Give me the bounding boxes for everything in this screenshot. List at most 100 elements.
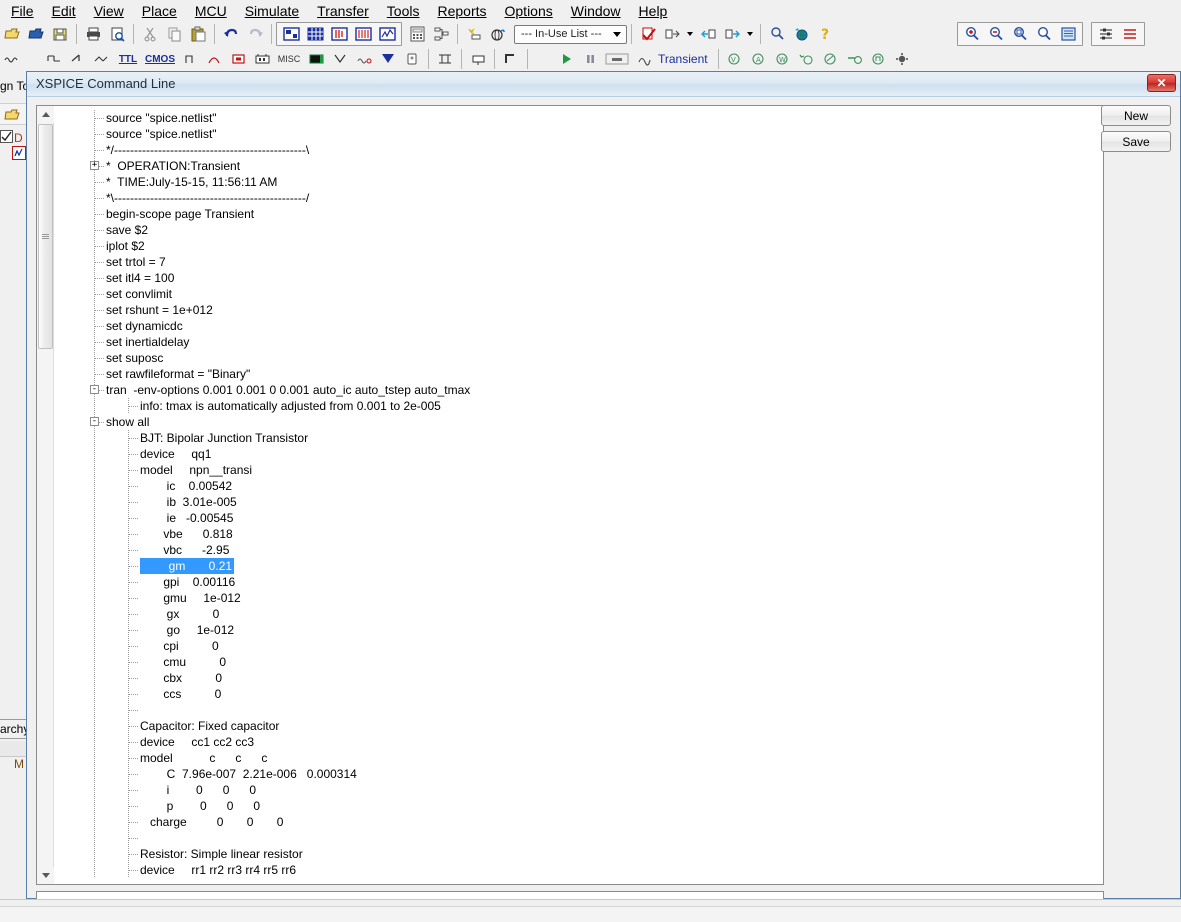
tree-node[interactable]: - show all — [54, 414, 1103, 430]
tree-node[interactable]: gx 0 — [54, 606, 1103, 622]
misc-digital-icon[interactable] — [179, 48, 201, 70]
connector-icon[interactable] — [377, 48, 399, 70]
tree-node[interactable]: device qq1 — [54, 446, 1103, 462]
cut-icon[interactable] — [139, 23, 161, 45]
pause-icon[interactable] — [579, 48, 601, 70]
print-preview-icon[interactable] — [106, 23, 128, 45]
tree-node[interactable]: set convlimit — [54, 286, 1103, 302]
tree-node[interactable]: Capacitor: Fixed capacitor — [54, 718, 1103, 734]
erc-check-icon[interactable] — [637, 23, 659, 45]
open-folder-icon[interactable] — [4, 107, 21, 126]
tree-node[interactable]: set rawfileformat = "Binary" — [54, 366, 1103, 382]
measure-icon[interactable]: W — [772, 48, 794, 70]
zoom-sheet-icon[interactable] — [1057, 23, 1079, 45]
tree-node[interactable]: set rshunt = 1e+012 — [54, 302, 1103, 318]
mixed-icon[interactable] — [203, 48, 225, 70]
tree-node[interactable]: ib 3.01e-005 — [54, 494, 1103, 510]
current-probe-icon[interactable]: A — [748, 48, 770, 70]
tree-node[interactable] — [54, 830, 1103, 846]
print-icon[interactable] — [82, 23, 104, 45]
spreadsheet-icon[interactable] — [352, 23, 374, 45]
cmos-icon[interactable]: CMOS — [143, 48, 177, 70]
command-output-tree[interactable]: source "spice.netlist" source "spice.netl… — [54, 106, 1103, 884]
menu-item-place[interactable]: Place — [133, 1, 186, 21]
run-icon[interactable] — [555, 48, 577, 70]
dialog-titlebar[interactable]: XSPICE Command Line ✕ — [27, 72, 1180, 97]
schematic-sheet-icon[interactable] — [12, 146, 26, 163]
electromech-icon[interactable] — [329, 48, 351, 70]
tree-node[interactable]: + * OPERATION:Transient — [54, 158, 1103, 174]
tree-node[interactable]: model c c c — [54, 750, 1103, 766]
grid-view-icon[interactable] — [304, 23, 326, 45]
tree-node[interactable]: source "spice.netlist" — [54, 110, 1103, 126]
save-disk-icon[interactable] — [49, 23, 71, 45]
undo-icon[interactable] — [220, 23, 242, 45]
menu-item-tools[interactable]: Tools — [378, 1, 429, 21]
menu-item-help[interactable]: Help — [630, 1, 677, 21]
mcu-icon[interactable] — [401, 48, 423, 70]
graph-icon[interactable] — [376, 23, 398, 45]
zoom-in-icon[interactable] — [961, 23, 983, 45]
voltage-probe-icon[interactable]: V — [724, 48, 746, 70]
tree-node[interactable]: p 0 0 0 — [54, 798, 1103, 814]
zoom-out-icon[interactable] — [985, 23, 1007, 45]
collapse-icon[interactable]: - — [90, 417, 99, 426]
scroll-down-icon[interactable] — [37, 867, 54, 884]
new-component-icon[interactable] — [463, 23, 485, 45]
tree-node[interactable]: ic 0.00542 — [54, 478, 1103, 494]
rf-icon[interactable] — [305, 48, 327, 70]
bus-icon[interactable] — [467, 48, 489, 70]
tree-node[interactable]: Resistor: Simple linear resistor — [54, 846, 1103, 862]
misc-icon[interactable]: MISC — [275, 48, 303, 70]
tree-node[interactable]: vbe 0.818 — [54, 526, 1103, 542]
database-icon[interactable] — [487, 23, 509, 45]
toggle-pins-icon[interactable] — [1095, 23, 1117, 45]
hierarchy-block-icon[interactable] — [500, 48, 522, 70]
tree-node[interactable]: info: tmax is automatically adjusted fro… — [54, 398, 1103, 414]
ttl-icon[interactable]: TTL — [115, 48, 141, 70]
open-folder-icon[interactable] — [25, 23, 47, 45]
design-toolbox-item[interactable]: M — [14, 757, 24, 771]
basic-icon[interactable] — [43, 48, 65, 70]
stop-icon[interactable] — [603, 48, 631, 70]
menu-item-mcu[interactable]: MCU — [186, 1, 236, 21]
redo-icon[interactable] — [244, 23, 266, 45]
transfer-dropdown[interactable] — [745, 23, 755, 45]
tree-node[interactable]: model npn__transi — [54, 462, 1103, 478]
tree-node[interactable]: *\--------------------------------------… — [54, 190, 1103, 206]
tree-node[interactable]: iplot $2 — [54, 238, 1103, 254]
digital-probe-icon[interactable] — [868, 48, 890, 70]
tree-node[interactable]: gm 0.21 — [54, 558, 1103, 574]
back-annotate-icon[interactable] — [661, 23, 683, 45]
menu-item-view[interactable]: View — [85, 1, 133, 21]
ladder-icon[interactable] — [434, 48, 456, 70]
transfer-icon[interactable] — [721, 23, 743, 45]
tree-node[interactable]: i 0 0 0 — [54, 782, 1103, 798]
diode-icon[interactable] — [67, 48, 89, 70]
tree-node[interactable]: set dynamicdc — [54, 318, 1103, 334]
analysis-icon[interactable] — [633, 48, 655, 70]
tree-node[interactable]: cbx 0 — [54, 670, 1103, 686]
find-icon[interactable] — [766, 23, 788, 45]
tree-node[interactable]: save $2 — [54, 222, 1103, 238]
design-toolbox-tab[interactable]: archy — [0, 719, 27, 739]
back-annotate-dropdown[interactable] — [685, 23, 695, 45]
ni-icon[interactable] — [353, 48, 375, 70]
toolbox-design-row[interactable]: D — [0, 129, 27, 146]
pcb-view-icon[interactable] — [328, 23, 350, 45]
indicator-icon[interactable] — [227, 48, 249, 70]
tree-node[interactable]: gpi 0.00116 — [54, 574, 1103, 590]
chevron-down-icon[interactable] — [609, 27, 624, 42]
scroll-thumb[interactable] — [38, 124, 53, 349]
transistor-icon[interactable] — [91, 48, 113, 70]
menu-item-edit[interactable]: Edit — [43, 1, 85, 21]
close-icon[interactable]: ✕ — [1147, 74, 1176, 92]
tree-node[interactable]: vbc -2.95 — [54, 542, 1103, 558]
expand-icon[interactable]: + — [90, 161, 99, 170]
toggle-nets-icon[interactable] — [1119, 23, 1141, 45]
tree-node[interactable]: C 7.96e-007 2.21e-006 0.000314 — [54, 766, 1103, 782]
add-probe-icon[interactable] — [796, 48, 818, 70]
tree-node[interactable] — [54, 702, 1103, 718]
tree-node[interactable]: source "spice.netlist" — [54, 126, 1103, 142]
checkbox-icon[interactable] — [0, 129, 14, 146]
